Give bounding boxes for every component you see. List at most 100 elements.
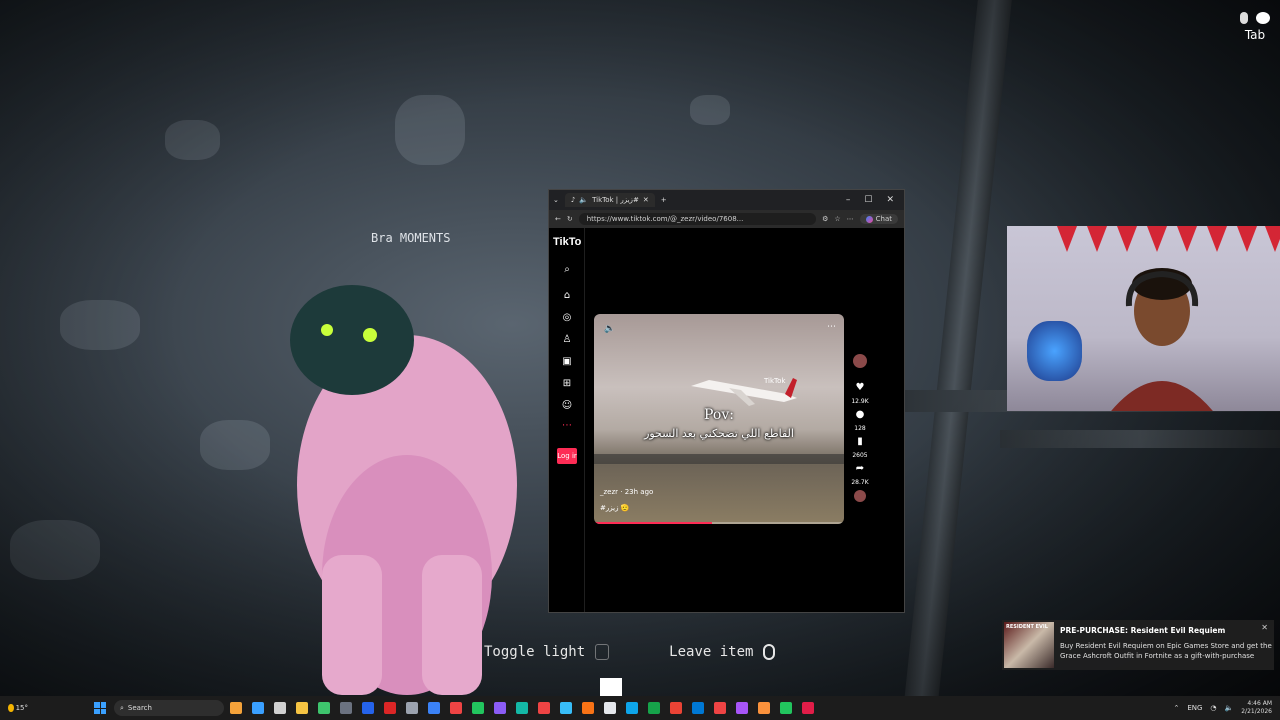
overlay-status: Tab (1240, 12, 1270, 42)
wifi-icon[interactable]: ◔ (1210, 704, 1216, 712)
upload-icon[interactable]: ⊞ (561, 378, 573, 390)
tiktok-sidebar: TikTo ⌕ ⌂ ◎ ♙ ▣ ⊞ ☺ ⋯ Log ir (549, 228, 585, 612)
language-indicator[interactable]: ENG (1187, 704, 1202, 712)
music-disc-icon[interactable] (854, 490, 866, 502)
search-icon[interactable]: ⌕ (561, 264, 573, 276)
comment-count: 128 (854, 425, 866, 432)
minimize-button[interactable]: – (846, 195, 851, 205)
app-icon[interactable] (362, 702, 374, 714)
taskbar-search[interactable]: ⌕ Search (114, 700, 224, 716)
video-author[interactable]: _zezr · 23h ago (600, 488, 653, 496)
app-icon[interactable] (538, 702, 550, 714)
comment-icon[interactable]: ● (854, 409, 866, 421)
video-progress-bar[interactable] (594, 522, 844, 524)
tab-title: TikTok | زيزر# (592, 196, 639, 204)
keyboard-key-icon (595, 644, 610, 660)
figurine-image (1027, 321, 1082, 381)
tiktok-logo[interactable]: TikTo (553, 236, 581, 248)
show-hidden-icons[interactable]: ⌃ (1173, 704, 1179, 712)
video-hashtag[interactable]: #زيزر 🫡 (600, 504, 629, 512)
app-icon[interactable] (318, 702, 330, 714)
streamer-image (1111, 268, 1213, 411)
player-name-tag: Bra MOMENTS (371, 231, 451, 245)
app-icon[interactable] (560, 702, 572, 714)
toast-notification[interactable]: RESIDENT EVIL PRE-PURCHASE: Resident Evi… (1002, 620, 1274, 670)
tab-list-icon[interactable]: ⌄ (553, 196, 559, 204)
app-icon[interactable] (274, 702, 286, 714)
app-icon[interactable] (252, 702, 264, 714)
runway (594, 454, 844, 464)
weather-widget[interactable]: 15° (0, 704, 28, 712)
video-title: Pov: (704, 407, 734, 423)
hint-leave-item: Leave item (669, 644, 754, 660)
app-icon[interactable] (714, 702, 726, 714)
volume-icon[interactable]: 🔈 (604, 324, 615, 334)
app-icon[interactable] (516, 702, 528, 714)
video-options-icon[interactable]: ⋯ (827, 322, 836, 332)
app-icon[interactable] (626, 702, 638, 714)
app-icon[interactable] (802, 702, 814, 714)
clock-time: 4:46 AM (1247, 700, 1272, 707)
search-icon: ⌕ (120, 703, 124, 712)
close-tab-icon[interactable]: ✕ (643, 196, 649, 204)
video-progress-fill (594, 522, 712, 524)
temperature: 15° (15, 704, 28, 712)
copilot-chat-button[interactable]: Chat (859, 214, 898, 224)
refresh-icon[interactable]: ↻ (567, 215, 573, 223)
url-field[interactable]: https://www.tiktok.com/@_zezr/video/7608… (578, 213, 817, 225)
browser-tab[interactable]: ♪ 🔈 TikTok | زيزر# ✕ (564, 193, 655, 207)
video-player[interactable]: 🔈 ⋯ TikTok Pov: القاطع اللي تضحكني بعد ا… (594, 314, 844, 524)
app-icon[interactable] (648, 702, 660, 714)
webcam-overlay (1007, 226, 1280, 411)
more-menu-icon[interactable]: ⋯ (847, 215, 854, 223)
chrome-icon[interactable] (670, 702, 682, 714)
app-icon[interactable] (428, 702, 440, 714)
app-icon[interactable] (780, 702, 792, 714)
microphone-icon (1240, 12, 1248, 24)
mouse-icon (763, 644, 776, 660)
app-icon[interactable] (384, 702, 396, 714)
file-explorer-icon[interactable] (296, 702, 308, 714)
maximize-button[interactable]: ☐ (864, 195, 872, 205)
creator-avatar[interactable] (853, 354, 867, 368)
app-icon[interactable] (450, 702, 462, 714)
volume-icon[interactable]: 🔈 (1225, 704, 1234, 712)
app-icon[interactable] (582, 702, 594, 714)
browser-tab-bar: ⌄ ♪ 🔈 TikTok | زيزر# ✕ + – ☐ ✕ (549, 190, 904, 210)
app-icon[interactable] (604, 702, 616, 714)
app-icon[interactable] (472, 702, 484, 714)
more-icon[interactable]: ⋯ (561, 420, 573, 432)
app-icon[interactable] (494, 702, 506, 714)
app-icon[interactable] (406, 702, 418, 714)
chat-bubble-icon (1256, 12, 1270, 24)
extensions-icon[interactable]: ⚙ (822, 215, 828, 223)
like-icon[interactable]: ♥ (854, 382, 866, 394)
start-button[interactable] (94, 702, 106, 714)
hint-toggle-light: Toggle light (484, 644, 586, 660)
share-count: 28.7K (851, 479, 869, 486)
bookmark-icon[interactable]: ▮ (854, 436, 866, 448)
live-icon[interactable]: ▣ (561, 356, 573, 368)
back-icon[interactable]: ← (555, 215, 561, 223)
new-tab-button[interactable]: + (661, 196, 667, 204)
favorite-icon[interactable]: ☆ (834, 215, 840, 223)
home-icon[interactable]: ⌂ (561, 290, 573, 302)
explore-icon[interactable]: ◎ (561, 312, 573, 324)
speaker-icon[interactable]: 🔈 (579, 196, 588, 204)
edge-icon[interactable] (692, 702, 704, 714)
app-icon[interactable] (736, 702, 748, 714)
browser-window[interactable]: ⌄ ♪ 🔈 TikTok | زيزر# ✕ + – ☐ ✕ ← ↻ https… (548, 189, 905, 613)
profile-icon[interactable]: ☺ (561, 400, 573, 412)
close-notification-icon[interactable]: ✕ (1261, 623, 1268, 632)
app-icon[interactable] (230, 702, 242, 714)
clock[interactable]: 4:46 AM 2/21/2026 (1241, 700, 1272, 716)
share-icon[interactable]: ➦ (854, 463, 866, 475)
white-marker (600, 678, 622, 696)
tiktok-watermark: TikTok (764, 377, 786, 385)
clock-date: 2/21/2026 (1241, 708, 1272, 715)
following-icon[interactable]: ♙ (561, 334, 573, 346)
app-icon[interactable] (340, 702, 352, 714)
brave-icon[interactable] (758, 702, 770, 714)
close-window-button[interactable]: ✕ (886, 195, 894, 205)
login-button[interactable]: Log ir (557, 448, 577, 464)
